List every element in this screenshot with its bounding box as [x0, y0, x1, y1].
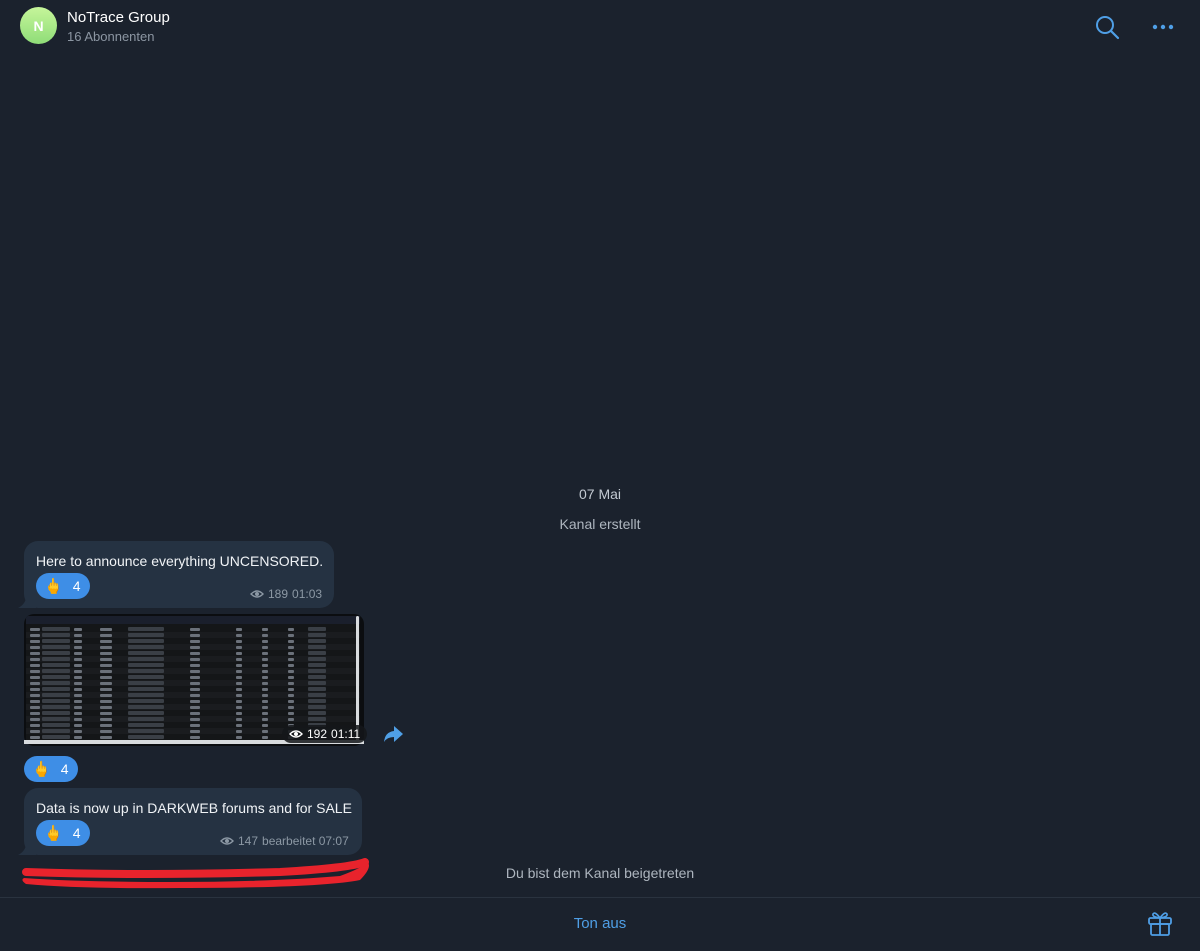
search-icon — [1096, 16, 1120, 40]
bubble-tail — [18, 843, 36, 855]
message-meta: 189 01:03 — [250, 587, 322, 601]
search-button[interactable] — [1093, 13, 1121, 41]
message-bubble[interactable]: Data is now up in DARKWEB forums and for… — [24, 788, 362, 855]
reaction-count: 4 — [72, 578, 81, 594]
eye-icon — [289, 730, 303, 738]
service-message-joined: Du bist dem Kanal beigetreten — [505, 865, 695, 881]
more-options-button[interactable] — [1150, 13, 1178, 41]
view-count: 147 — [238, 834, 259, 848]
service-message-created: Kanal erstellt — [559, 516, 641, 532]
middle-finger-emoji-icon: 🖕 — [44, 577, 63, 595]
message-text: Data is now up in DARKWEB forums and for… — [36, 800, 352, 816]
middle-finger-emoji-icon: 🖕 — [44, 824, 63, 842]
gift-icon — [1148, 912, 1172, 936]
gift-button[interactable] — [1147, 909, 1173, 937]
mute-button[interactable]: Ton aus — [0, 915, 1200, 932]
bubble-tail — [18, 596, 36, 608]
view-count: 192 — [307, 727, 328, 741]
chat-footer: Ton aus — [0, 897, 1200, 951]
spreadsheet-screenshot — [26, 616, 360, 740]
middle-finger-emoji-icon: 🖕 — [32, 760, 51, 778]
subscriber-count: 16 Abonnenten — [67, 29, 155, 44]
photo-meta: 192 01:11 — [282, 725, 368, 743]
reaction-button[interactable]: 🖕 4 — [24, 756, 79, 782]
message-time: 01:11 — [331, 727, 361, 741]
channel-avatar[interactable]: N — [20, 7, 57, 44]
reaction-count: 4 — [60, 761, 69, 777]
message-bubble[interactable]: Here to announce everything UNCENSORED. … — [24, 541, 334, 608]
reaction-button[interactable]: 🖕 4 — [36, 573, 91, 599]
message-text: Here to announce everything UNCENSORED. — [36, 553, 324, 569]
share-button[interactable] — [382, 723, 404, 745]
eye-icon — [220, 837, 234, 845]
edited-time: bearbeitet 07:07 — [262, 834, 349, 848]
more-horizontal-icon — [1152, 24, 1174, 30]
date-separator: 07 Mai — [578, 486, 622, 502]
chat-header: N NoTrace Group 16 Abonnenten — [0, 0, 1200, 52]
share-arrow-icon — [384, 726, 403, 742]
message-meta: 147 bearbeitet 07:07 — [220, 834, 349, 848]
eye-icon — [250, 590, 264, 598]
message-time: 01:03 — [292, 587, 323, 601]
view-count: 189 — [268, 587, 289, 601]
channel-title[interactable]: NoTrace Group — [67, 9, 170, 26]
reaction-count: 4 — [72, 825, 81, 841]
reaction-button[interactable]: 🖕 4 — [36, 820, 91, 846]
